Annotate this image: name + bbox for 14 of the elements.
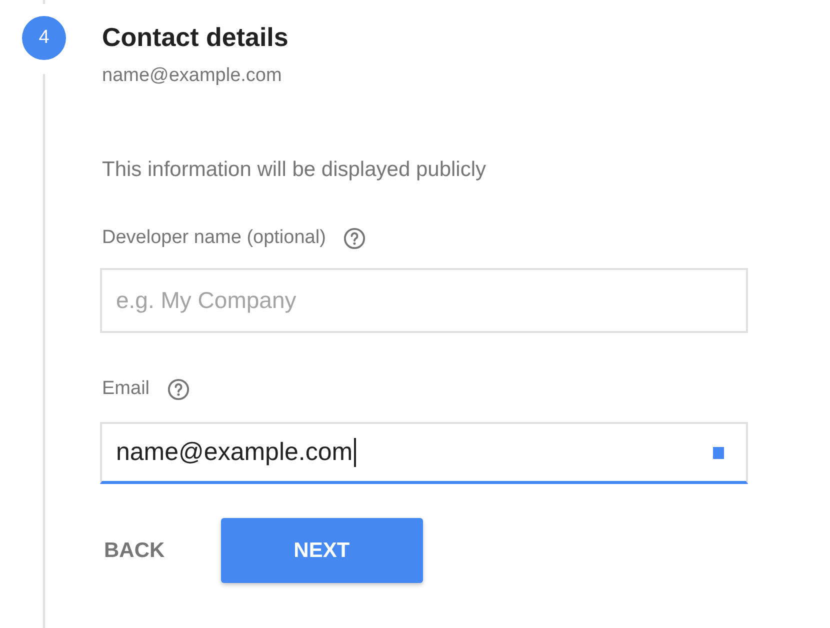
text-cursor [354,438,356,467]
intro-text: This information will be displayed publicly [102,157,486,183]
back-button[interactable]: BACK [100,518,169,583]
square-icon[interactable] [713,446,724,458]
step-summary: name@example.com [102,64,282,88]
step-number: 4 [22,16,66,60]
field-label: Email [102,377,150,401]
input-field[interactable]: name@example.com [100,422,748,484]
input-field[interactable]: e.g. My Company [100,268,748,333]
help-icon[interactable] [166,378,190,400]
step-title: Contact details [102,21,288,53]
field-label: Developer name (optional) [102,226,326,250]
next-button[interactable]: NEXT [220,518,423,583]
help-icon[interactable] [342,226,366,250]
